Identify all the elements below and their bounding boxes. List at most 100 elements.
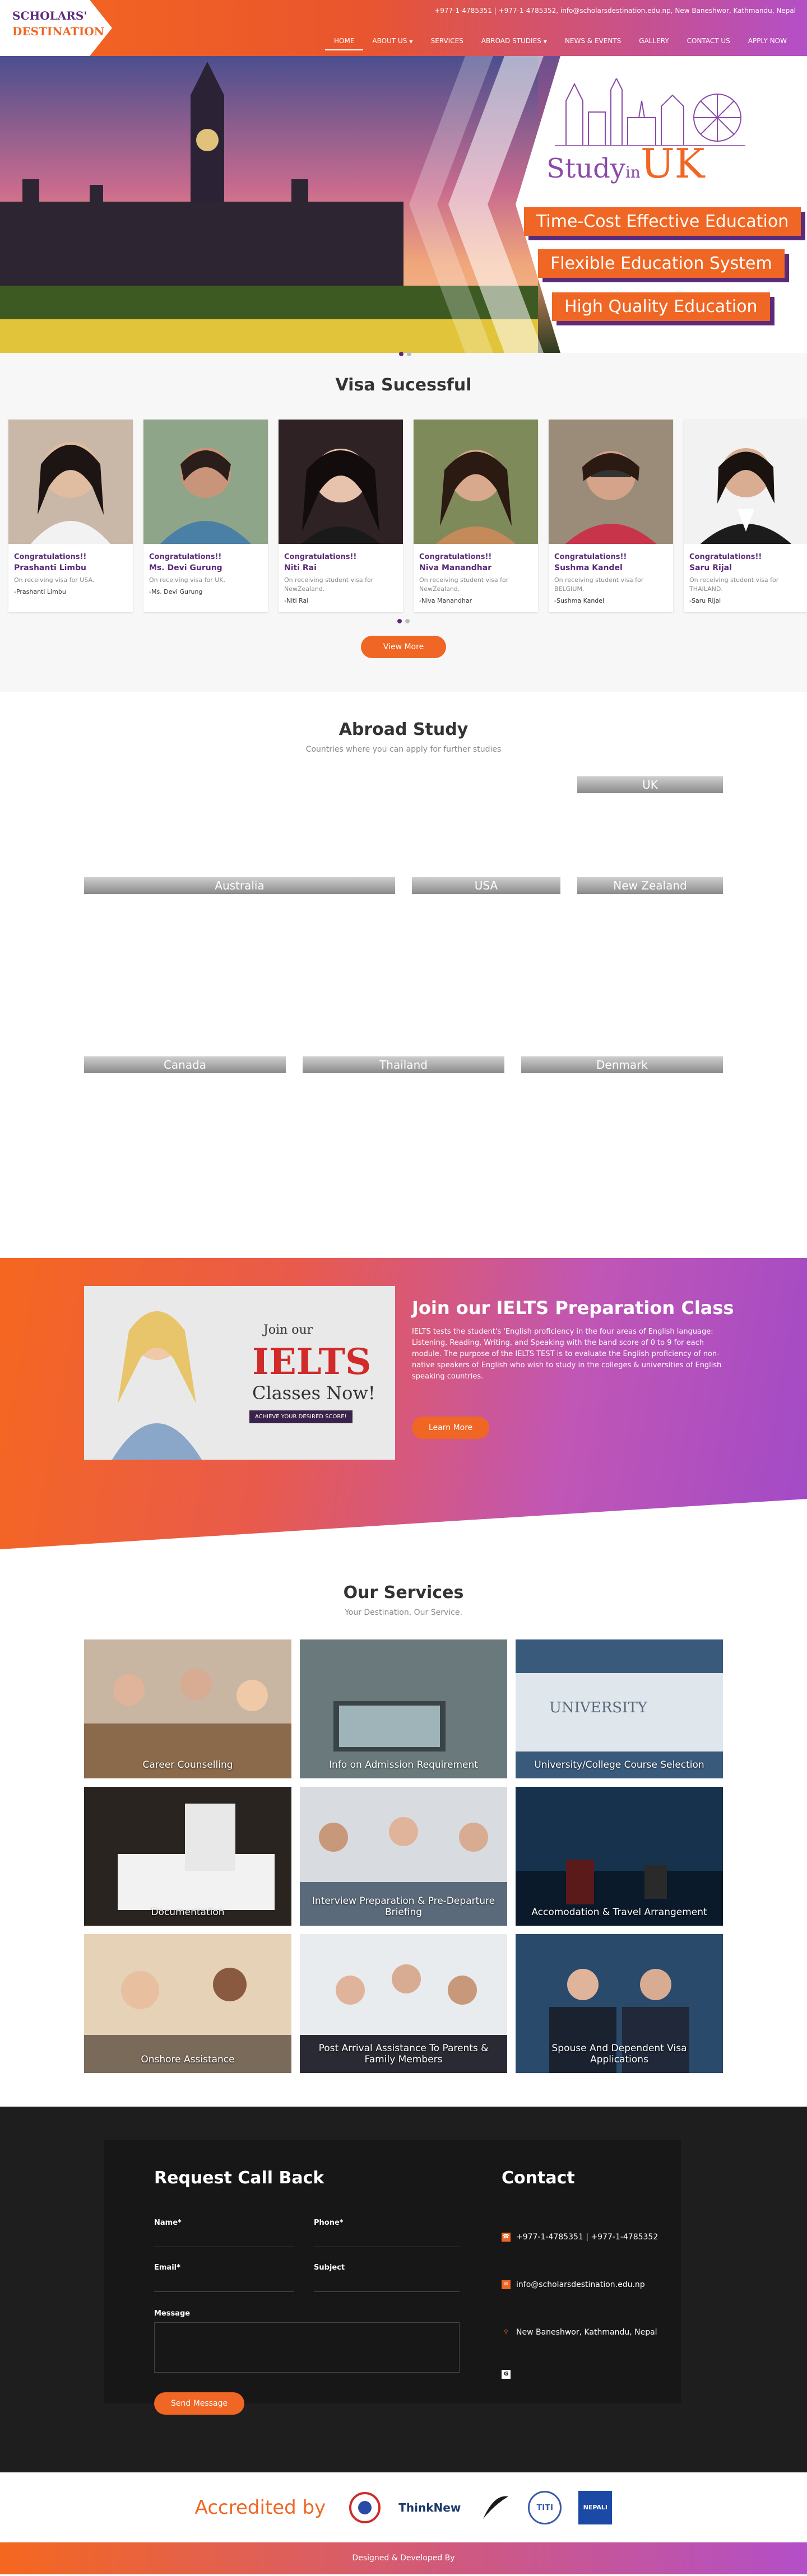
country-card-canada[interactable]: Canada [84,1056,286,1073]
ielts-banner-title: IELTS [252,1341,372,1383]
message-label: Message [154,2309,191,2318]
visa-card[interactable]: Congratulations!! Prashanti Limbu On rec… [8,420,133,612]
name-label: Name* [154,2219,182,2227]
service-card[interactable]: Documentation [84,1787,291,1926]
visa-card[interactable]: Congratulations!! Ms. Devi Gurung On rec… [143,420,268,612]
accredited-section: Accredited by ThinkNew TITI NEPALI [0,2472,807,2542]
visa-sign: -Niti Rai [284,597,309,604]
visa-card[interactable]: Congratulations!! Sushma Kandel On recei… [549,420,673,612]
visa-card[interactable]: Congratulations!! Saru Rijal On receivin… [684,420,807,612]
slider-dot[interactable] [407,352,411,356]
ielts-title: Join our IELTS Preparation Class [412,1297,734,1319]
hero-tag: Time-Cost Effective Education [524,207,801,236]
phone-icon: ☎ [502,2233,511,2242]
services-subtitle: Your Destination, Our Service. [345,1608,462,1617]
contact-email[interactable]: ✉ info@scholarsdestination.edu.np [502,2280,645,2289]
nav-gallery[interactable]: GALLERY [630,32,678,50]
visa-name: Sushma Kandel [554,563,623,572]
visa-sign: -Ms. Devi Gurung [149,588,203,595]
message-field[interactable] [154,2322,460,2373]
contact-email-text: info@scholarsdestination.edu.np [516,2280,645,2289]
abroad-study-section: Abroad Study Countries where you can app… [0,692,807,1258]
visa-card[interactable]: Congratulations!! Niva Manandhar On rece… [414,420,538,612]
nav-apply-now[interactable]: APPLY NOW [739,32,796,50]
visa-desc: On receiving student visa for BELGIUM. [554,576,644,593]
service-label: Post Arrival Assistance To Parents & Fam… [318,2043,489,2065]
country-card-usa[interactable]: USA [412,877,560,894]
visa-card-body: Congratulations!! Ms. Devi Gurung On rec… [143,546,268,603]
nav-home[interactable]: HOME [325,32,364,50]
country-label: Australia [84,877,395,894]
hero-tag: Flexible Education System [538,249,785,278]
nav-news-events[interactable]: NEWS & EVENTS [556,32,630,50]
titi-logo: TITI [528,2490,562,2524]
country-label: UK [577,776,723,793]
service-label: University/College Course Selection [534,1759,704,1771]
service-label: Info on Admission Requirement [329,1759,478,1771]
london-skyline-icon [555,78,745,146]
service-photo [84,1639,291,1778]
service-label: Accomodation & Travel Arrangement [531,1907,707,1918]
abroad-subtitle: Countries where you can apply for furthe… [305,745,502,754]
nav-contact[interactable]: CONTACT US [678,32,739,50]
country-card-australia[interactable]: Australia [84,877,395,894]
service-label: Spouse And Dependent Visa Applications [551,2043,687,2065]
subject-field[interactable] [314,2291,460,2292]
country-card-new-zealand[interactable]: New Zealand [577,877,723,894]
service-card[interactable]: Info on Admission Requirement [300,1639,507,1778]
hero-study: Study [546,153,625,184]
ielts-banner-image: Join our IELTS Classes Now! ACHIEVE YOUR… [84,1286,395,1460]
google-plus-link[interactable]: G [502,2370,511,2379]
student-photo [684,420,807,544]
visa-congrats: Congratulations!! [14,553,87,561]
nav-about[interactable]: ABOUT US ▼ [363,32,421,50]
learn-more-button[interactable]: Learn More [412,1417,490,1439]
service-label: Interview Preparation & Pre-Departure Br… [312,1895,495,1918]
visa-sign: -Sushma Kandel [554,597,605,604]
country-label: USA [412,877,560,894]
service-photo [516,1787,723,1926]
nav-abroad-studies[interactable]: ABROAD STUDIES ▼ [472,32,556,50]
service-card[interactable]: Spouse And Dependent Visa Applications [516,1934,723,2073]
ielts-banner-achieve: ACHIEVE YOUR DESIRED SCORE! [249,1410,353,1423]
nepali-logo: NEPALI [578,2490,613,2524]
country-card-uk[interactable]: UK [577,776,723,793]
student-photo [8,420,133,544]
service-card[interactable]: Accomodation & Travel Arrangement [516,1787,723,1926]
logo[interactable]: SCHOLARS' DESTINATION [0,0,112,56]
visa-card-body: Congratulations!! Niva Manandhar On rece… [414,546,538,612]
visa-name: Niva Manandhar [419,563,492,572]
service-card[interactable]: Interview Preparation & Pre-Departure Br… [300,1787,507,1926]
main-nav: HOME ABOUT US ▼ SERVICES ABROAD STUDIES ▼ … [325,32,796,50]
service-card[interactable]: Career Counselling [84,1639,291,1778]
country-card-denmark[interactable]: Denmark [521,1056,723,1073]
view-more-button[interactable]: View More [360,636,447,658]
carousel-dot[interactable] [397,619,402,623]
email-field[interactable] [154,2291,294,2292]
logo-line1: SCHOLARS' [12,9,87,22]
visa-desc: On receiving visa for UK. [149,576,225,584]
service-card[interactable]: Post Arrival Assistance To Parents & Fam… [300,1934,507,2073]
ielts-banner-join: Join our [263,1323,313,1337]
hero-slider-dots [399,352,411,356]
services-grid: Career Counselling Info on Admission Req… [84,1639,723,2073]
send-message-button[interactable]: Send Message [154,2392,245,2415]
visa-card[interactable]: Congratulations!! Niti Rai On receiving … [279,420,403,612]
hero-in: in [625,163,641,181]
nav-services[interactable]: SERVICES [422,32,472,50]
service-card[interactable]: UNIVERSITY University/College Course Sel… [516,1639,723,1778]
visa-name: Prashanti Limbu [14,563,86,572]
subject-label: Subject [314,2263,345,2272]
contact-address: ⚲ New Baneshwor, Kathmandu, Nepal [502,2328,657,2337]
footer-credit: Designed & Developed By [352,2554,455,2563]
slider-dot[interactable] [399,352,404,356]
visa-card-body: Congratulations!! Prashanti Limbu On rec… [8,546,133,603]
country-card-thailand[interactable]: Thailand [303,1056,504,1073]
visa-carousel-dots [0,619,807,623]
carousel-dot[interactable] [405,619,410,623]
visa-desc: On receiving visa for USA. [14,576,95,584]
logo-text: SCHOLARS' DESTINATION [12,8,104,39]
visa-name: Saru Rijal [689,563,732,572]
hero-slider: StudyinUK Time-Cost Effective Education … [0,56,807,353]
service-card[interactable]: Onshore Assistance [84,1934,291,2073]
